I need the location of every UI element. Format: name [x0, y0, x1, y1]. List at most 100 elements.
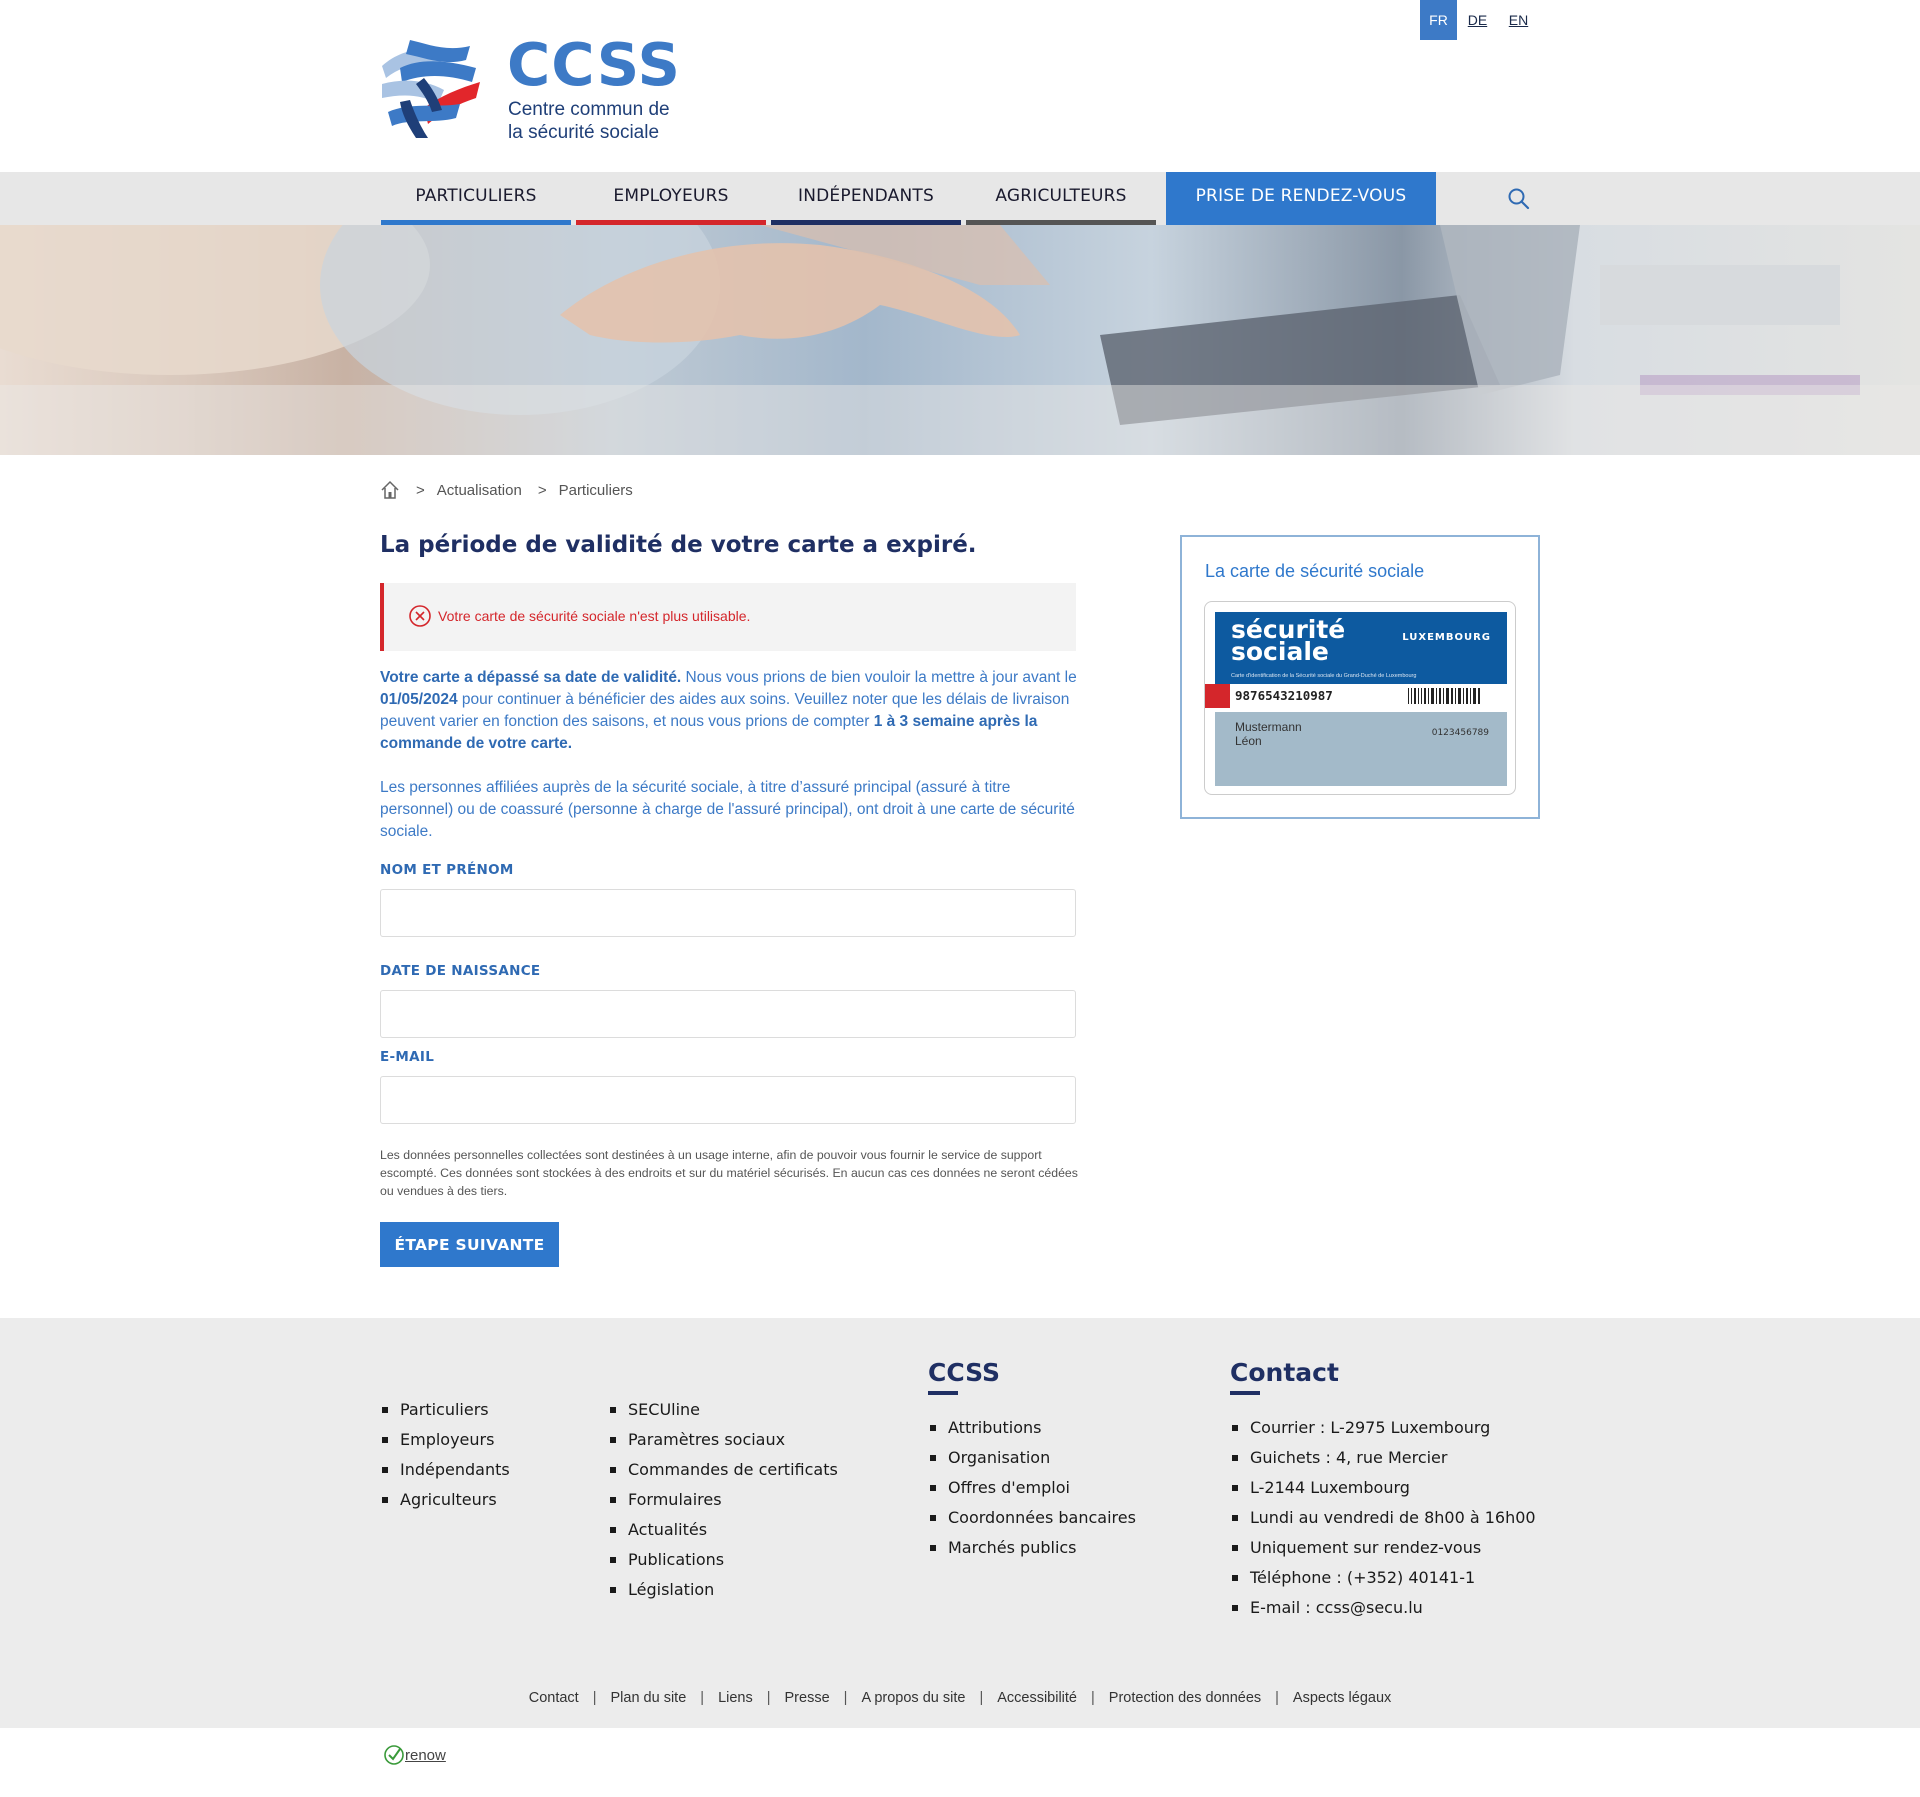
card-firstname: Léon: [1235, 734, 1262, 748]
card-red-marker: [1205, 684, 1230, 708]
footer-link[interactable]: Coordonnées bancaires: [928, 1503, 1136, 1533]
footer-link[interactable]: Offres d'emploi: [928, 1473, 1136, 1503]
nav-independants-label: INDÉPENDANTS: [798, 186, 934, 206]
logo-wordmark: CCSS: [507, 30, 682, 99]
footer-link[interactable]: Actualités: [608, 1515, 838, 1545]
lang-en[interactable]: EN: [1498, 0, 1539, 40]
nav-employeurs-label: EMPLOYEURS: [613, 186, 729, 206]
email-field-label: E-MAIL: [380, 1049, 435, 1065]
footer-link[interactable]: Commandes de certificats: [608, 1455, 838, 1485]
contact-item: Téléphone : (+352) 40141-1: [1230, 1563, 1536, 1593]
logo-subtitle: Centre commun de la sécurité sociale: [508, 98, 670, 144]
footer-link[interactable]: Indépendants: [380, 1455, 510, 1485]
breadcrumb-actualisation[interactable]: Actualisation: [437, 482, 522, 499]
card-header-band: sécurité sociale LUXEMBOURG Carte d'iden…: [1215, 612, 1507, 684]
footer-link-plan-du-site[interactable]: Plan du site: [611, 1690, 687, 1706]
nav-agriculteurs-label: AGRICULTEURS: [995, 186, 1127, 206]
separator: |: [592, 1690, 597, 1706]
footer-col-services: SECUline Paramètres sociaux Commandes de…: [608, 1395, 838, 1605]
nav-employeurs[interactable]: EMPLOYEURS: [576, 172, 766, 225]
footer-link[interactable]: SECUline: [608, 1395, 838, 1425]
renow-label: renow: [405, 1746, 446, 1764]
nav-prise-de-rendez-vous[interactable]: PRISE DE RENDEZ-VOUS: [1166, 172, 1436, 225]
contact-item: Guichets : 4, rue Mercier: [1230, 1443, 1536, 1473]
main-nav: PARTICULIERS EMPLOYEURS INDÉPENDANTS AGR…: [0, 172, 1920, 225]
breadcrumb-separator: >: [537, 481, 547, 499]
page-title: La période de validité de votre carte a …: [380, 532, 977, 558]
hero-illustration: [0, 225, 1920, 455]
separator: |: [700, 1690, 705, 1706]
card-small-print: Carte d'identification de la Sécurité so…: [1231, 673, 1417, 679]
footer-col-audiences: Particuliers Employeurs Indépendants Agr…: [380, 1395, 510, 1515]
separator: |: [979, 1690, 984, 1706]
card-number: 9876543210987: [1235, 688, 1333, 703]
footer-link[interactable]: Agriculteurs: [380, 1485, 510, 1515]
footer-link[interactable]: Paramètres sociaux: [608, 1425, 838, 1455]
error-alert: Votre carte de sécurité sociale n'est pl…: [380, 583, 1076, 651]
footer-link[interactable]: Marchés publics: [928, 1533, 1136, 1563]
ccss-logo[interactable]: CCSS Centre commun de la sécurité social…: [380, 30, 700, 146]
nav-independants[interactable]: INDÉPENDANTS: [771, 172, 961, 225]
lang-fr[interactable]: FR: [1420, 0, 1457, 40]
footer-link-a-propos[interactable]: A propos du site: [861, 1690, 965, 1706]
footer-link-accessibilite[interactable]: Accessibilité: [997, 1690, 1077, 1706]
card-title: sécurité sociale: [1231, 617, 1345, 666]
nav-particuliers-label: PARTICULIERS: [415, 186, 537, 206]
ccss-logo-mark-icon: [382, 40, 480, 138]
name-input[interactable]: [380, 889, 1076, 937]
footer-link[interactable]: Attributions: [928, 1413, 1136, 1443]
card-number-row: 9876543210987: [1205, 684, 1517, 710]
separator: |: [1275, 1690, 1279, 1706]
email-input[interactable]: [380, 1076, 1076, 1124]
error-circle-x-icon: [409, 605, 431, 627]
separator: |: [1091, 1690, 1095, 1706]
footer-link-protection-donnees[interactable]: Protection des données: [1109, 1690, 1261, 1706]
footer-link-presse[interactable]: Presse: [785, 1690, 830, 1706]
barcode-icon: [1408, 688, 1488, 704]
expiry-info-text: Nous vous prions de bien vouloir la mett…: [681, 669, 1077, 686]
dob-field-label: DATE DE NAISSANCE: [380, 963, 541, 979]
renow-check-icon: [384, 1745, 404, 1765]
contact-item: Uniquement sur rendez-vous: [1230, 1533, 1536, 1563]
footer-link-aspects-legaux[interactable]: Aspects légaux: [1293, 1690, 1391, 1706]
nav-particuliers[interactable]: PARTICULIERS: [381, 172, 571, 225]
breadcrumb-separator: >: [416, 481, 425, 499]
site-footer: Particuliers Employeurs Indépendants Agr…: [0, 1318, 1920, 1728]
search-icon[interactable]: [1506, 186, 1532, 212]
dob-input[interactable]: [380, 990, 1076, 1038]
footer-link[interactable]: Législation: [608, 1575, 838, 1605]
footer-link[interactable]: Employeurs: [380, 1425, 510, 1455]
home-icon[interactable]: [380, 480, 400, 500]
footer-link-liens[interactable]: Liens: [718, 1690, 753, 1706]
card-image: sécurité sociale LUXEMBOURG Carte d'iden…: [1204, 601, 1516, 795]
footer-link[interactable]: Publications: [608, 1545, 838, 1575]
footer-link[interactable]: Organisation: [928, 1443, 1136, 1473]
contact-email-link[interactable]: E-mail : ccss@secu.lu: [1230, 1593, 1536, 1623]
footer-link[interactable]: Formulaires: [608, 1485, 838, 1515]
site-header: CCSS Centre commun de la sécurité social…: [0, 0, 1920, 172]
card-holder-name: Mustermann Léon: [1235, 720, 1302, 748]
expiry-deadline-date: 01/05/2024: [380, 691, 458, 708]
breadcrumb-particuliers[interactable]: Particuliers: [559, 482, 633, 499]
footer-col-ccss: CCSS Attributions Organisation Offres d'…: [928, 1358, 1136, 1563]
footer-contact-heading: Contact: [1230, 1358, 1536, 1395]
footer-link[interactable]: Particuliers: [380, 1395, 510, 1425]
renow-credit-link[interactable]: renow: [383, 1744, 446, 1766]
next-step-button[interactable]: ÉTAPE SUIVANTE: [380, 1222, 559, 1267]
contact-item: L-2144 Luxembourg: [1230, 1473, 1536, 1503]
separator: |: [843, 1690, 848, 1706]
card-holder-area: Mustermann Léon 0123456789: [1215, 712, 1507, 786]
contact-item: Lundi au vendredi de 8h00 à 16h00: [1230, 1503, 1536, 1533]
card-panel-title: La carte de sécurité sociale: [1205, 561, 1425, 581]
card-title-line2: sociale: [1231, 637, 1329, 666]
error-alert-text: Votre carte de sécurité sociale n'est pl…: [438, 608, 751, 624]
footer-link-contact[interactable]: Contact: [529, 1690, 579, 1706]
logo-subtitle-line1: Centre commun de: [508, 99, 670, 120]
lang-de[interactable]: DE: [1457, 0, 1498, 40]
footer-col-contact: Contact Courrier : L-2975 Luxembourg Gui…: [1230, 1358, 1536, 1623]
language-switcher: FR DE EN: [1420, 0, 1539, 40]
card-id: 0123456789: [1431, 728, 1489, 738]
nav-agriculteurs[interactable]: AGRICULTEURS: [966, 172, 1156, 225]
card-lastname: Mustermann: [1235, 720, 1302, 734]
eligibility-paragraph: Les personnes affiliées auprès de la séc…: [380, 779, 1075, 840]
